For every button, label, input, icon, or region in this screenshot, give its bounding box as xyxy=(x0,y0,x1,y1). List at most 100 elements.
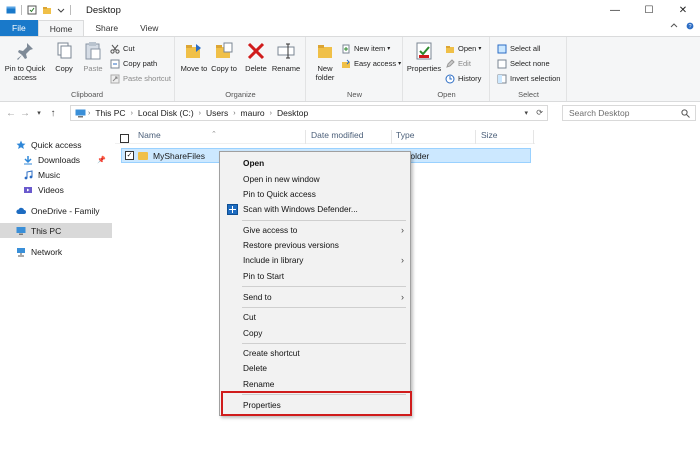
menu-item-delete[interactable]: Delete xyxy=(243,362,267,374)
properties-label: Properties xyxy=(406,64,442,73)
help-icon[interactable]: ? xyxy=(686,22,694,30)
menu-item-pin-quick-access[interactable]: Pin to Quick access xyxy=(243,188,316,200)
scissors-icon xyxy=(110,44,120,54)
nav-onedrive[interactable]: OneDrive - Family xyxy=(0,203,112,218)
tab-share[interactable]: Share xyxy=(84,20,129,36)
easy-access-button[interactable]: Easy access ▾ xyxy=(341,57,401,70)
column-size[interactable]: Size xyxy=(481,130,498,140)
column-date-modified[interactable]: Date modified xyxy=(311,130,363,140)
up-arrow-icon[interactable]: ↑ xyxy=(46,108,60,119)
menu-item-include-library[interactable]: Include in library xyxy=(243,254,303,266)
copy-button[interactable]: Copy xyxy=(48,41,80,73)
address-bar[interactable]: › This PC › Local Disk (C:) › Users › ma… xyxy=(70,105,548,121)
row-checkbox[interactable]: ✓ xyxy=(125,151,134,160)
menu-item-restore-previous[interactable]: Restore previous versions xyxy=(243,239,339,251)
group-open: Properties Open ▾ Edit History Open xyxy=(404,37,490,101)
close-button[interactable]: ✕ xyxy=(666,0,700,20)
copy-to-button[interactable]: Copy to xyxy=(208,41,240,73)
maximize-button[interactable]: ☐ xyxy=(632,0,666,20)
recent-locations-chevron-icon[interactable]: ▾ xyxy=(32,109,46,117)
new-item-icon xyxy=(342,44,350,53)
forward-arrow-icon[interactable]: → xyxy=(18,108,32,119)
menu-item-cut[interactable]: Cut xyxy=(243,311,256,323)
rename-button[interactable]: Rename xyxy=(270,41,302,73)
menu-item-create-shortcut[interactable]: Create shortcut xyxy=(243,347,300,359)
submenu-arrow-icon: › xyxy=(401,225,404,235)
move-to-button[interactable]: Move to xyxy=(178,41,210,73)
pinned-icon: 📌 xyxy=(97,156,106,164)
column-divider xyxy=(533,130,534,144)
paste-button[interactable]: Paste xyxy=(77,41,109,73)
chevron-down-icon: ▾ xyxy=(478,46,482,52)
menu-item-scan-defender[interactable]: Scan with Windows Defender... xyxy=(243,203,358,215)
group-clipboard: Pin to Quick access Copy Paste Cut Copy … xyxy=(0,37,175,101)
breadcrumb-mauro[interactable]: mauro xyxy=(241,108,265,118)
menu-separator xyxy=(242,307,406,308)
tab-home[interactable]: Home xyxy=(37,20,85,36)
invert-selection-button[interactable]: Invert selection xyxy=(497,72,560,85)
address-dropdown-chevron-icon[interactable]: ▾ xyxy=(525,110,529,117)
menu-item-open[interactable]: Open xyxy=(243,157,264,169)
group-organize: Move to Copy to Delete Rename Organize xyxy=(176,37,306,101)
menu-item-rename[interactable]: Rename xyxy=(243,378,274,390)
nav-quick-access[interactable]: Quick access xyxy=(0,137,112,152)
select-all-button[interactable]: Select all xyxy=(497,42,540,55)
edit-button[interactable]: Edit xyxy=(445,57,471,70)
new-folder-quick-icon[interactable] xyxy=(42,5,52,15)
nav-music[interactable]: Music xyxy=(0,167,112,182)
breadcrumb-local-disk[interactable]: Local Disk (C:) xyxy=(138,108,194,118)
breadcrumb-desktop[interactable]: Desktop xyxy=(277,108,308,118)
minimize-button[interactable]: — xyxy=(598,0,632,20)
column-type[interactable]: Type xyxy=(396,130,414,140)
back-arrow-icon[interactable]: ← xyxy=(4,108,18,119)
nav-this-pc[interactable]: This PC xyxy=(0,223,112,238)
breadcrumb-separator-icon: › xyxy=(269,109,272,117)
column-name[interactable]: Name xyxy=(138,130,161,140)
group-select: Select all Select none Invert selection … xyxy=(491,37,567,101)
tab-view[interactable]: View xyxy=(129,20,169,36)
open-label: Open xyxy=(458,44,477,53)
breadcrumb-users[interactable]: Users xyxy=(206,108,228,118)
breadcrumb-this-pc[interactable]: This PC xyxy=(95,108,125,118)
chevron-up-icon[interactable] xyxy=(670,22,678,30)
row-type: folder xyxy=(408,150,430,161)
menu-separator xyxy=(242,343,406,344)
nav-downloads[interactable]: Downloads 📌 xyxy=(0,152,112,167)
refresh-icon[interactable]: ⟳ xyxy=(536,108,543,117)
properties-quick-icon[interactable] xyxy=(27,5,37,15)
chevron-down-icon[interactable] xyxy=(57,5,65,15)
nav-onedrive-label: OneDrive - Family xyxy=(31,205,100,216)
collapse-header-chevron-icon[interactable]: ⌃ xyxy=(211,130,217,138)
menu-item-give-access[interactable]: Give access to xyxy=(243,224,297,236)
search-icon xyxy=(681,109,690,118)
rename-icon xyxy=(277,43,295,59)
nav-network[interactable]: Network xyxy=(0,244,112,259)
menu-item-send-to[interactable]: Send to xyxy=(243,291,272,303)
breadcrumb-separator-icon: › xyxy=(130,109,133,117)
nav-quick-access-label: Quick access xyxy=(31,139,82,150)
menu-item-open-new-window[interactable]: Open in new window xyxy=(243,173,320,185)
copy-label: Copy xyxy=(55,64,73,73)
pin-to-quick-access-button[interactable]: Pin to Quick access xyxy=(4,41,46,82)
new-item-button[interactable]: New item ▾ xyxy=(341,42,390,55)
group-new: New folder New item ▾ Easy access ▾ New xyxy=(307,37,403,101)
menu-item-copy[interactable]: Copy xyxy=(243,327,262,339)
open-button[interactable]: Open ▾ xyxy=(445,42,481,55)
cut-button[interactable]: Cut xyxy=(110,42,135,55)
row-name: MyShareFiles xyxy=(153,150,205,161)
nav-videos[interactable]: Videos xyxy=(0,182,112,197)
tab-file[interactable]: File xyxy=(0,20,38,36)
new-folder-button[interactable]: New folder xyxy=(309,41,341,82)
delete-button[interactable]: Delete xyxy=(240,41,272,73)
select-none-button[interactable]: Select none xyxy=(497,57,550,70)
paste-shortcut-button[interactable]: Paste shortcut xyxy=(110,72,171,85)
window-title: Desktop xyxy=(86,4,121,16)
copy-path-button[interactable]: Copy path xyxy=(110,57,157,70)
menu-item-pin-start[interactable]: Pin to Start xyxy=(243,270,284,282)
breadcrumb-separator-icon: › xyxy=(233,109,236,117)
divider xyxy=(70,5,71,15)
properties-button[interactable]: Properties xyxy=(406,41,442,73)
menu-separator xyxy=(242,286,406,287)
history-button[interactable]: History xyxy=(445,72,481,85)
search-input[interactable]: Search Desktop xyxy=(562,105,696,121)
